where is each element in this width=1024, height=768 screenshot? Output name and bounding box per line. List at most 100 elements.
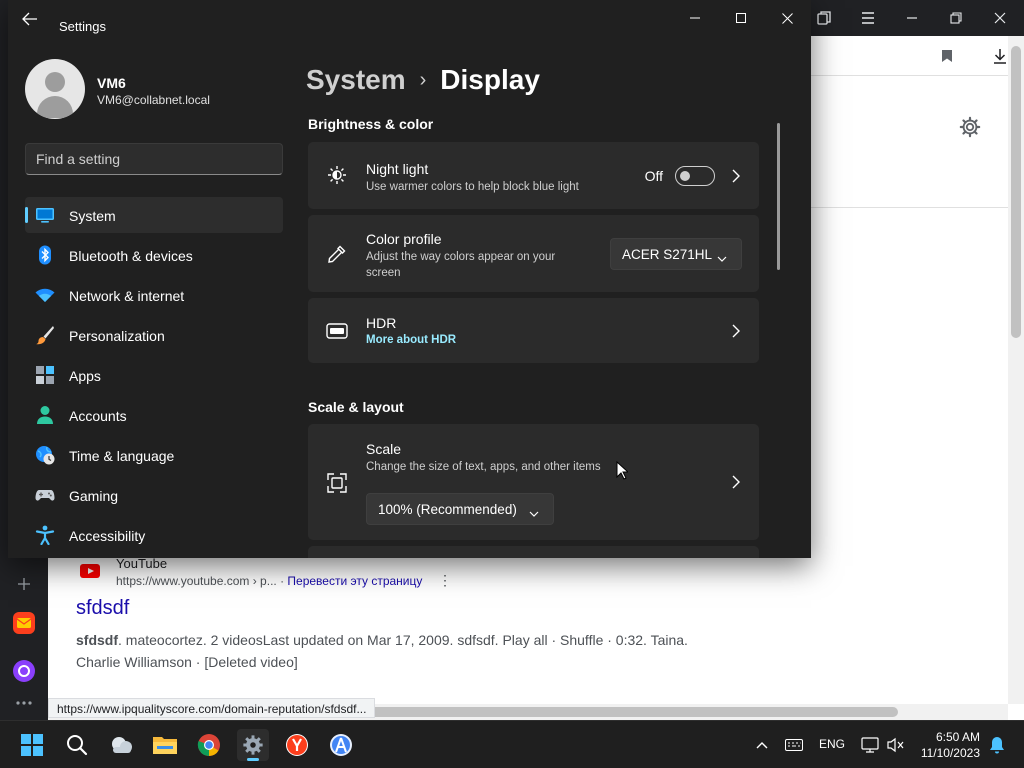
keyboard-icon[interactable] (784, 735, 804, 755)
chevron-right-icon[interactable] (731, 475, 741, 489)
nav-item-accessibility[interactable]: Accessibility (25, 517, 283, 553)
notification-bell-icon[interactable] (987, 735, 1007, 755)
result-snippet-text: . mateocortez. 2 videosLast updated on M… (76, 632, 688, 670)
nav-label-apps: Apps (69, 368, 101, 384)
globe-clock-icon (35, 445, 55, 465)
clock-time[interactable]: 6:50 AM (920, 730, 980, 744)
download-icon[interactable] (990, 46, 1010, 66)
back-arrow-icon[interactable] (22, 12, 42, 28)
settings-window: Settings VM6 VM6@collabnet.local System (8, 0, 811, 558)
result-more-icon[interactable]: ⋮ (438, 572, 452, 589)
android-studio-icon[interactable] (325, 729, 357, 761)
nav-label-bluetooth: Bluetooth & devices (69, 248, 193, 264)
more-about-hdr-link[interactable]: More about HDR (366, 334, 456, 346)
settings-gear-icon[interactable] (237, 729, 269, 761)
nav-label-network: Network & internet (69, 288, 185, 304)
scale-card[interactable]: Scale Change the size of text, apps, and… (308, 424, 759, 540)
user-email: VM6@collabnet.local (97, 93, 210, 107)
nav-item-network[interactable]: Network & internet (25, 277, 283, 313)
breadcrumb-parent[interactable]: System (306, 64, 406, 96)
page-vertical-scroll-thumb[interactable] (1011, 46, 1021, 338)
nav-item-system[interactable]: System (25, 197, 283, 233)
night-light-title: Night light (366, 161, 429, 177)
volume-muted-icon[interactable] (886, 735, 906, 755)
input-language[interactable]: ENG (819, 737, 845, 751)
toggle-knob (680, 171, 690, 181)
chevron-down-icon (529, 506, 539, 517)
night-light-card[interactable]: Night light Use warmer colors to help bl… (308, 142, 759, 209)
scale-value: 100% (Recommended) (378, 501, 517, 517)
page-horizontal-scroll-thumb[interactable] (368, 707, 898, 717)
hdr-card[interactable]: HDR More about HDR (308, 298, 759, 363)
file-explorer-icon[interactable] (149, 729, 181, 761)
nav-item-bluetooth[interactable]: Bluetooth & devices (25, 237, 283, 273)
youtube-favicon-icon (80, 564, 100, 578)
brush-icon (35, 325, 55, 345)
page-vertical-scrollbar[interactable] (1008, 36, 1024, 704)
nav-item-accounts[interactable]: Accounts (25, 397, 283, 433)
scale-section-title: Scale & layout (308, 399, 404, 415)
bluetooth-icon (35, 245, 55, 265)
color-profile-desc: Adjust the way colors appear on your scr… (366, 251, 556, 279)
weather-icon[interactable] (106, 729, 138, 761)
next-setting-card[interactable] (308, 546, 759, 558)
settings-titlebar: Settings (8, 0, 811, 40)
color-profile-dropdown[interactable]: ACER S271HL (610, 238, 742, 270)
nav-item-personalization[interactable]: Personalization (25, 317, 283, 353)
nav-label-system: System (69, 208, 116, 224)
browser-menu-icon[interactable] (846, 0, 890, 36)
translate-link[interactable]: Перевести эту страницу (287, 574, 422, 588)
scale-dropdown[interactable]: 100% (Recommended) (366, 493, 554, 525)
nav-label-time-language: Time & language (69, 448, 175, 464)
search-header-divider (810, 207, 1008, 208)
chevron-up-icon[interactable] (752, 735, 772, 755)
chrome-icon[interactable] (193, 729, 225, 761)
night-light-icon (326, 164, 348, 186)
night-light-desc: Use warmer colors to help block blue lig… (366, 181, 579, 193)
nav-item-apps[interactable]: Apps (25, 357, 283, 393)
search-settings-gear-icon[interactable] (958, 115, 982, 139)
yandex-icon[interactable] (281, 729, 313, 761)
user-name: VM6 (97, 75, 126, 91)
chevron-down-icon (717, 251, 727, 262)
result-url-text: https://www.youtube.com › p... (116, 574, 277, 588)
bookmark-icon[interactable] (937, 46, 957, 66)
status-bar-url: https://www.ipqualityscore.com/domain-re… (48, 698, 376, 718)
alice-assistant-icon[interactable] (10, 657, 38, 685)
chevron-right-icon[interactable] (731, 169, 741, 183)
start-icon[interactable] (16, 729, 48, 761)
eyedropper-icon (326, 243, 348, 265)
screen-icon[interactable] (860, 735, 880, 755)
chevron-right-icon[interactable] (731, 324, 741, 338)
nav-item-gaming[interactable]: Gaming (25, 477, 283, 513)
result-title-link[interactable]: sfdsdf (76, 597, 129, 620)
minimize-icon[interactable] (672, 6, 718, 30)
find-setting-box[interactable] (25, 143, 283, 175)
browser-close-icon[interactable] (978, 0, 1022, 36)
system-icon (35, 205, 55, 225)
nav-label-personalization: Personalization (69, 328, 165, 344)
clock-date[interactable]: 11/10/2023 (912, 746, 980, 760)
browser-minimize-icon[interactable] (890, 0, 934, 36)
close-icon[interactable] (764, 6, 810, 30)
result-site-name: YouTube (116, 556, 168, 571)
wifi-icon (35, 285, 55, 305)
night-light-toggle[interactable] (675, 166, 715, 186)
gamepad-icon (35, 485, 55, 505)
search-icon[interactable] (61, 729, 93, 761)
avatar[interactable] (25, 59, 85, 119)
hdr-icon (326, 320, 348, 342)
settings-scrollbar[interactable] (777, 123, 780, 270)
nav-label-accessibility: Accessibility (69, 528, 146, 544)
page-title: Display (440, 64, 540, 95)
find-setting-input[interactable] (26, 144, 266, 174)
more-options-icon[interactable] (10, 689, 38, 717)
maximize-icon[interactable] (718, 6, 764, 30)
mail-icon[interactable] (10, 609, 38, 637)
result-url[interactable]: https://www.youtube.com › p... · Перевес… (116, 574, 422, 588)
add-panel-icon[interactable] (10, 570, 38, 598)
scale-desc: Change the size of text, apps, and other… (366, 461, 601, 473)
browser-restore-icon[interactable] (934, 0, 978, 36)
nav-item-time-language[interactable]: Time & language (25, 437, 283, 473)
mouse-cursor-icon (616, 460, 630, 480)
